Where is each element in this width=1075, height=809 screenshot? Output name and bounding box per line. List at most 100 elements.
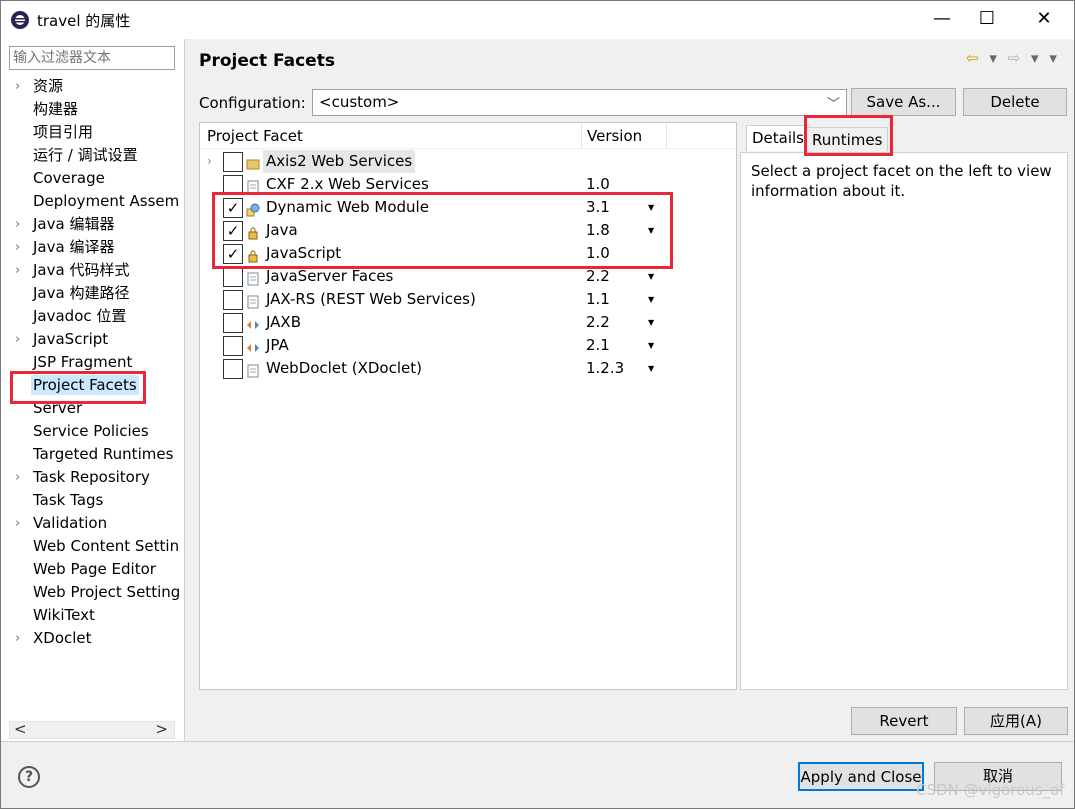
- version-column-header[interactable]: Version: [587, 127, 642, 145]
- chevron-right-icon[interactable]: ›: [15, 627, 20, 650]
- sidebar-item[interactable]: › Java 编辑器: [1, 213, 184, 236]
- sidebar-item[interactable]: › Java 代码样式: [1, 259, 184, 282]
- facet-row[interactable]: JAX-RS (REST Web Services) 1.1 ▼: [200, 288, 736, 311]
- close-button[interactable]: ✕: [1021, 1, 1067, 39]
- help-icon[interactable]: ?: [18, 766, 40, 788]
- delete-button[interactable]: Delete: [963, 88, 1067, 116]
- sidebar-item[interactable]: › Java 编译器: [1, 236, 184, 259]
- lock-icon: [246, 247, 260, 263]
- sidebar-item-label: 资源: [33, 77, 64, 95]
- facet-version[interactable]: 1.1: [586, 288, 610, 311]
- back-arrow-icon[interactable]: ⇦: [966, 49, 979, 67]
- facet-row[interactable]: JPA 2.1 ▼: [200, 334, 736, 357]
- tab-runtimes[interactable]: Runtimes: [806, 127, 889, 153]
- facet-checkbox[interactable]: [223, 336, 243, 356]
- facet-version[interactable]: 2.2: [586, 265, 610, 288]
- version-dropdown-icon[interactable]: ▼: [648, 288, 654, 311]
- facet-version[interactable]: 1.0: [586, 173, 610, 196]
- sidebar-item-label: Coverage: [33, 169, 105, 187]
- save-as-button[interactable]: Save As...: [851, 88, 956, 116]
- sidebar-item[interactable]: JSP Fragment: [1, 351, 184, 374]
- sidebar-item[interactable]: WikiText: [1, 604, 184, 627]
- facet-row[interactable]: › Axis2 Web Services: [200, 150, 736, 173]
- facet-row[interactable]: ✓ Java 1.8 ▼: [200, 219, 736, 242]
- facet-checkbox[interactable]: [223, 152, 243, 172]
- facet-version[interactable]: 3.1: [586, 196, 610, 219]
- facet-row[interactable]: ✓ JavaScript 1.0: [200, 242, 736, 265]
- facet-checkbox[interactable]: [223, 175, 243, 195]
- forward-arrow-icon[interactable]: ⇨: [1008, 49, 1021, 67]
- sidebar-item[interactable]: › Task Repository: [1, 466, 184, 489]
- facet-checkbox[interactable]: [223, 359, 243, 379]
- facet-version[interactable]: 1.2.3: [586, 357, 624, 380]
- facet-version[interactable]: 2.1: [586, 334, 610, 357]
- configuration-select[interactable]: <custom> ﹀: [312, 89, 847, 116]
- project-facet-column-header[interactable]: Project Facet: [207, 127, 303, 145]
- sidebar-item[interactable]: › JavaScript: [1, 328, 184, 351]
- sidebar-item[interactable]: Service Policies: [1, 420, 184, 443]
- forward-menu-icon[interactable]: ▾: [1031, 49, 1039, 67]
- version-dropdown-icon[interactable]: ▼: [648, 265, 654, 288]
- apply-button[interactable]: 应用(A): [964, 707, 1068, 735]
- filter-input[interactable]: [9, 46, 175, 70]
- sidebar-item[interactable]: › XDoclet: [1, 627, 184, 650]
- facet-checkbox[interactable]: [223, 290, 243, 310]
- version-dropdown-icon[interactable]: ▼: [648, 219, 654, 242]
- sidebar-item[interactable]: › Validation: [1, 512, 184, 535]
- scroll-right-icon[interactable]: >: [155, 720, 168, 738]
- sidebar-item[interactable]: Task Tags: [1, 489, 184, 512]
- maximize-button[interactable]: ☐: [964, 1, 1010, 39]
- sidebar-item[interactable]: › 资源: [1, 75, 184, 98]
- version-dropdown-icon[interactable]: ▼: [648, 196, 654, 219]
- sidebar-item[interactable]: Web Project Setting: [1, 581, 184, 604]
- version-dropdown-icon[interactable]: ▼: [648, 334, 654, 357]
- facet-checkbox[interactable]: ✓: [223, 244, 243, 264]
- facet-row[interactable]: JavaServer Faces 2.2 ▼: [200, 265, 736, 288]
- watermark: CSDN @vigorous_of: [916, 781, 1065, 799]
- chevron-right-icon[interactable]: ›: [15, 213, 20, 236]
- facet-checkbox[interactable]: ✓: [223, 198, 243, 218]
- facet-row[interactable]: WebDoclet (XDoclet) 1.2.3 ▼: [200, 357, 736, 380]
- facet-checkbox[interactable]: ✓: [223, 221, 243, 241]
- sidebar-item[interactable]: Javadoc 位置: [1, 305, 184, 328]
- facet-row[interactable]: CXF 2.x Web Services 1.0: [200, 173, 736, 196]
- chevron-right-icon[interactable]: ›: [15, 512, 20, 535]
- chevron-right-icon[interactable]: ›: [15, 259, 20, 282]
- sidebar-item[interactable]: Server: [1, 397, 184, 420]
- revert-button[interactable]: Revert: [851, 707, 957, 735]
- sidebar-item-label: WikiText: [33, 606, 95, 624]
- apply-and-close-button[interactable]: Apply and Close: [798, 762, 924, 791]
- details-body: Select a project facet on the left to vi…: [740, 152, 1068, 690]
- version-dropdown-icon[interactable]: ▼: [648, 311, 654, 334]
- sidebar-item[interactable]: Targeted Runtimes: [1, 443, 184, 466]
- sidebar-item[interactable]: Web Content Settin: [1, 535, 184, 558]
- sidebar-item[interactable]: Deployment Assem: [1, 190, 184, 213]
- facet-checkbox[interactable]: [223, 267, 243, 287]
- sidebar-item-label: Java 编辑器: [33, 215, 115, 233]
- facet-checkbox[interactable]: [223, 313, 243, 333]
- sidebar-item[interactable]: 项目引用: [1, 121, 184, 144]
- sidebar-item[interactable]: 构建器: [1, 98, 184, 121]
- chevron-right-icon[interactable]: ›: [15, 236, 20, 259]
- scroll-left-icon[interactable]: <: [14, 720, 27, 738]
- minimize-button[interactable]: —: [919, 1, 965, 39]
- chevron-right-icon[interactable]: ›: [15, 466, 20, 489]
- sidebar-item[interactable]: 运行 / 调试设置: [1, 144, 184, 167]
- sidebar-item[interactable]: Project Facets: [1, 374, 184, 397]
- chevron-right-icon[interactable]: ›: [15, 328, 20, 351]
- facet-version[interactable]: 2.2: [586, 311, 610, 334]
- facet-row[interactable]: ✓ Dynamic Web Module 3.1 ▼: [200, 196, 736, 219]
- horizontal-scrollbar[interactable]: < >: [9, 720, 175, 739]
- sidebar-item[interactable]: Java 构建路径: [1, 282, 184, 305]
- facet-version[interactable]: 1.0: [586, 242, 610, 265]
- view-menu-icon[interactable]: ▾: [1049, 49, 1057, 67]
- version-dropdown-icon[interactable]: ▼: [648, 357, 654, 380]
- sidebar-item[interactable]: Web Page Editor: [1, 558, 184, 581]
- facet-row[interactable]: JAXB 2.2 ▼: [200, 311, 736, 334]
- chevron-right-icon[interactable]: ›: [15, 75, 20, 98]
- facet-version[interactable]: 1.8: [586, 219, 610, 242]
- tab-details[interactable]: Details: [746, 125, 811, 151]
- back-menu-icon[interactable]: ▾: [989, 49, 997, 67]
- chevron-right-icon[interactable]: ›: [207, 150, 212, 173]
- sidebar-item[interactable]: Coverage: [1, 167, 184, 190]
